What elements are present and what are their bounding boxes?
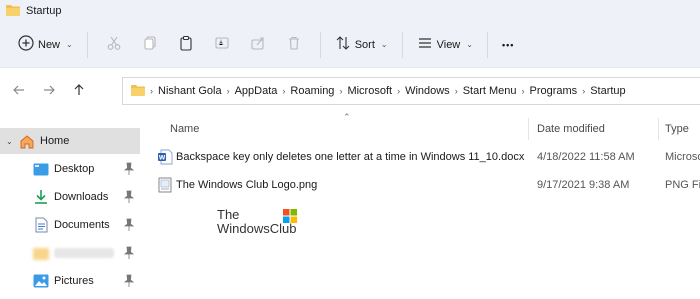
column-header-name[interactable]: Name <box>170 123 199 135</box>
paste-button[interactable] <box>168 30 204 60</box>
downloads-icon <box>32 189 50 205</box>
breadcrumb-item[interactable]: Start Menu <box>459 85 521 97</box>
share-icon <box>250 35 266 54</box>
breadcrumb-item[interactable]: Roaming <box>286 85 338 97</box>
column-header-date[interactable]: Date modified <box>537 123 605 135</box>
sort-ascending-icon: ⌃ <box>343 112 351 122</box>
file-row[interactable]: W Backspace key only deletes one letter … <box>155 145 700 169</box>
command-bar: New ⌄ Sort ⌄ View ⌄ ••• <box>0 22 700 68</box>
nav-item-documents[interactable]: Documents <box>0 212 140 238</box>
pin-icon[interactable] <box>123 190 135 204</box>
svg-text:W: W <box>159 155 166 162</box>
folder-icon <box>131 84 145 99</box>
navigation-pane: ⌄ Home Desktop Downloads Documents Pictu… <box>0 114 145 299</box>
nav-item-label: Downloads <box>54 191 109 203</box>
forward-button[interactable] <box>34 76 64 106</box>
nav-item-blurred-folder[interactable] <box>0 240 140 266</box>
new-button-label: New <box>38 38 61 51</box>
view-list-icon <box>417 35 433 54</box>
plus-icon <box>18 35 34 54</box>
back-button[interactable] <box>4 76 34 106</box>
word-doc-icon: W <box>157 149 173 165</box>
folder-icon <box>32 245 50 261</box>
nav-item-home[interactable]: ⌄ Home <box>0 128 140 154</box>
rename-button[interactable] <box>204 30 240 60</box>
file-name: The Windows Club Logo.png <box>176 179 318 191</box>
copy-icon <box>142 35 158 54</box>
arrow-left-icon <box>12 83 26 100</box>
trash-icon <box>286 35 302 54</box>
nav-item-downloads[interactable]: Downloads <box>0 184 140 210</box>
copy-button[interactable] <box>132 30 168 60</box>
windows-logo-icon <box>283 209 297 226</box>
chevron-down-icon: ⌄ <box>466 40 473 49</box>
sort-button-label: Sort <box>354 38 375 51</box>
desktop-folder-icon <box>32 161 50 177</box>
sort-icon <box>335 35 351 54</box>
rename-icon <box>214 35 230 54</box>
column-header-row: ⌃ Name Date modified Type <box>155 112 700 142</box>
title-bar: Startup <box>0 0 700 22</box>
separator <box>319 31 321 58</box>
more-options-icon: ••• <box>501 39 515 50</box>
arrow-right-icon <box>42 83 56 100</box>
pin-icon[interactable] <box>123 246 135 260</box>
file-type: Microso <box>665 151 700 163</box>
delete-button[interactable] <box>276 30 312 60</box>
png-image-icon <box>157 177 173 193</box>
breadcrumb-item[interactable]: AppData <box>231 85 282 97</box>
window-title: Startup <box>26 5 62 17</box>
pin-icon[interactable] <box>123 162 135 176</box>
breadcrumb-item[interactable]: Startup <box>586 85 629 97</box>
pin-icon[interactable] <box>123 274 135 288</box>
nav-item-label: Desktop <box>54 163 95 175</box>
watermark-logo: The WindowsClub <box>217 208 297 236</box>
new-button[interactable]: New ⌄ <box>12 30 79 60</box>
sort-button[interactable]: Sort ⌄ <box>329 30 394 60</box>
clipboard-icon <box>178 35 194 54</box>
file-date: 4/18/2022 11:58 AM <box>537 151 635 163</box>
breadcrumb-item[interactable]: Programs <box>526 85 582 97</box>
up-button[interactable] <box>64 76 94 106</box>
nav-item-desktop[interactable]: Desktop <box>0 156 140 182</box>
nav-item-label: Documents <box>54 219 110 231</box>
view-button[interactable]: View ⌄ <box>411 30 479 60</box>
file-row[interactable]: The Windows Club Logo.png 9/17/2021 9:38… <box>155 173 700 197</box>
chevron-down-icon: ⌄ <box>66 40 73 49</box>
scissors-icon <box>106 35 122 54</box>
separator <box>86 31 88 58</box>
arrow-up-icon <box>72 83 86 100</box>
file-type: PNG Fil <box>665 179 700 191</box>
home-icon <box>18 133 36 149</box>
chevron-down-icon: ⌄ <box>380 40 388 49</box>
nav-item-pictures[interactable]: Pictures <box>0 268 140 294</box>
chevron-down-icon[interactable]: ⌄ <box>6 137 18 146</box>
column-divider[interactable] <box>658 118 659 140</box>
separator <box>401 31 403 58</box>
address-bar[interactable]: › Nishant Gola › AppData › Roaming › Mic… <box>122 77 700 105</box>
documents-icon <box>32 217 50 233</box>
nav-item-label: Pictures <box>54 275 94 287</box>
folder-icon <box>6 4 20 19</box>
breadcrumb-item[interactable]: Windows <box>401 85 454 97</box>
nav-item-label: Home <box>40 135 70 147</box>
column-header-type[interactable]: Type <box>665 123 689 135</box>
file-name: Backspace key only deletes one letter at… <box>176 151 525 163</box>
cut-button[interactable] <box>96 30 132 60</box>
more-options-button[interactable]: ••• <box>496 30 520 60</box>
pictures-icon <box>32 273 50 289</box>
column-divider[interactable] <box>528 118 529 140</box>
share-button[interactable] <box>240 30 276 60</box>
view-button-label: View <box>436 38 461 51</box>
file-date: 9/17/2021 9:38 AM <box>537 179 630 191</box>
breadcrumb-item[interactable]: Nishant Gola <box>154 85 226 97</box>
address-row: › Nishant Gola › AppData › Roaming › Mic… <box>0 68 700 114</box>
blurred-label <box>54 248 114 258</box>
breadcrumb-item[interactable]: Microsoft <box>343 85 396 97</box>
separator <box>486 31 488 58</box>
pin-icon[interactable] <box>123 218 135 232</box>
